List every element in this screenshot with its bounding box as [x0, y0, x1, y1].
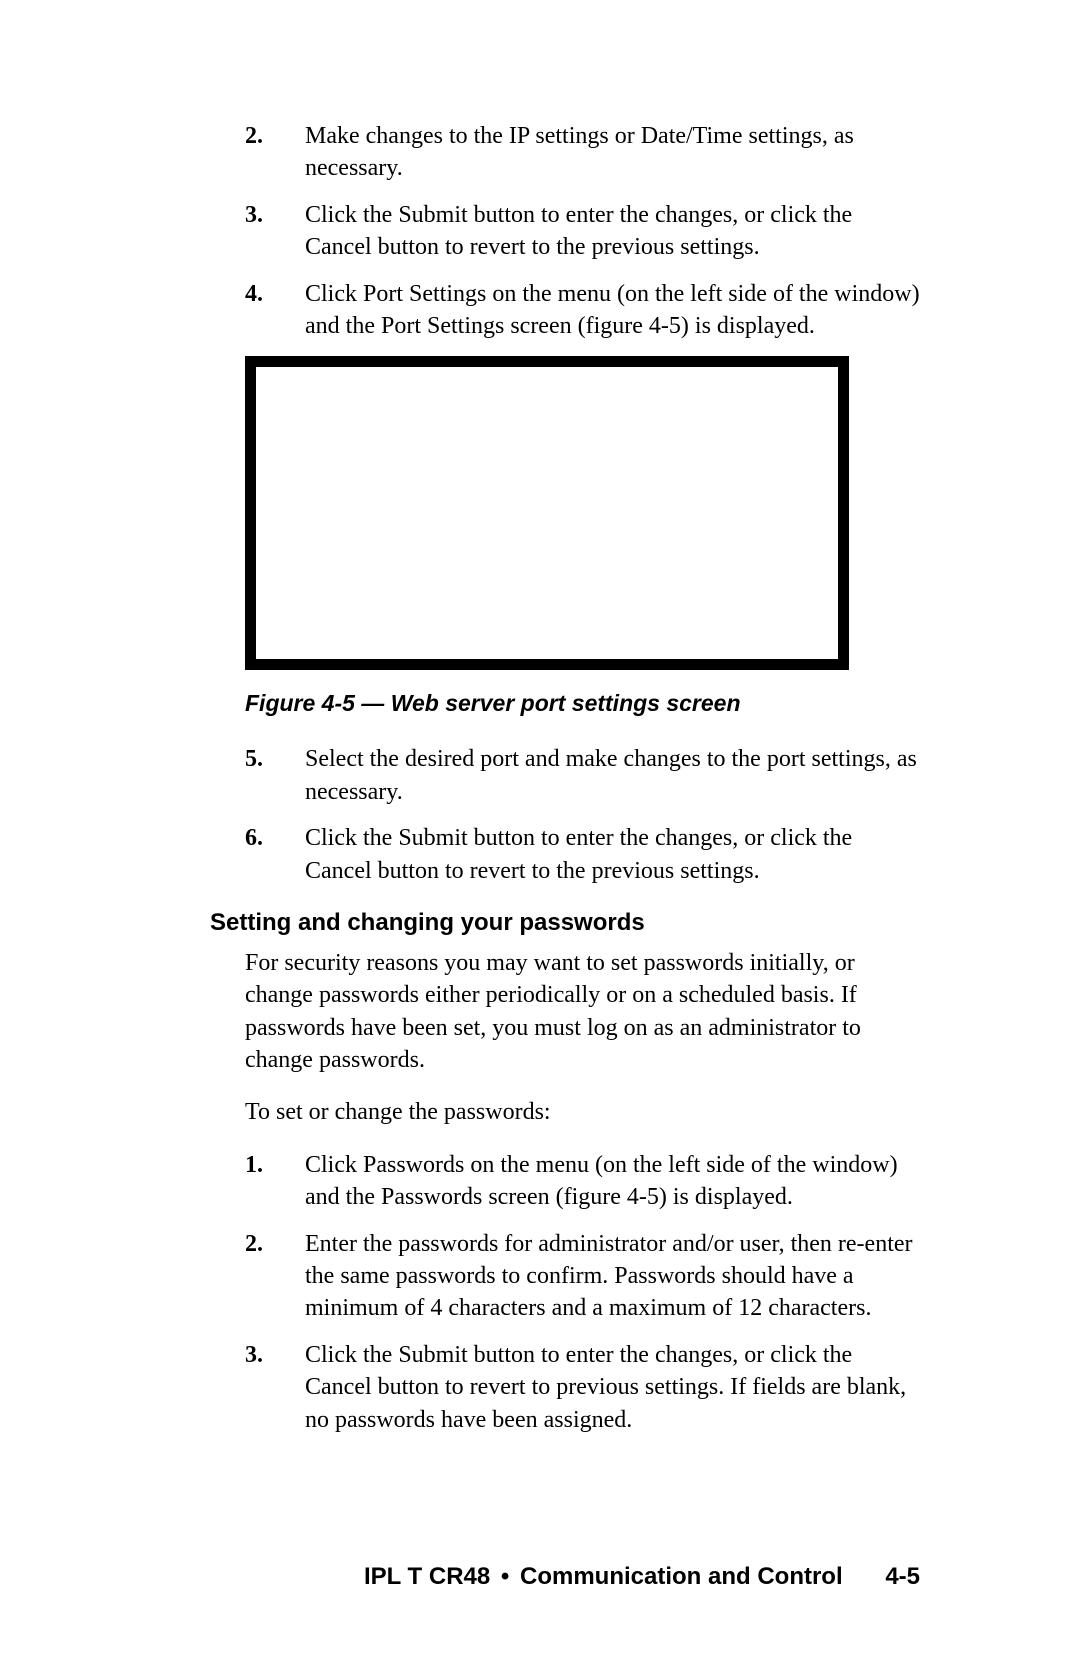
step-number: 3. — [245, 1339, 305, 1436]
step-text: Click Passwords on the menu (on the left… — [305, 1149, 920, 1214]
step-text: Click the Submit button to enter the cha… — [305, 199, 920, 264]
step-text: Make changes to the IP settings or Date/… — [305, 120, 920, 185]
list-item: 2. Make changes to the IP settings or Da… — [245, 120, 920, 185]
list-item: 4. Click Port Settings on the menu (on t… — [245, 278, 920, 343]
footer-page-number: 4-5 — [885, 1563, 920, 1590]
list-item: 2. Enter the passwords for administrator… — [245, 1228, 920, 1325]
step-list-top: 2. Make changes to the IP settings or Da… — [245, 120, 920, 342]
step-list-mid: 5. Select the desired port and make chan… — [245, 743, 920, 887]
step-number: 2. — [245, 120, 305, 185]
step-number: 4. — [245, 278, 305, 343]
step-text: Select the desired port and make changes… — [305, 743, 920, 808]
step-text: Enter the passwords for administrator an… — [305, 1228, 920, 1325]
step-text: Click the Submit button to enter the cha… — [305, 822, 920, 887]
step-number: 5. — [245, 743, 305, 808]
document-page: 2. Make changes to the IP settings or Da… — [0, 0, 1080, 1669]
list-item: 5. Select the desired port and make chan… — [245, 743, 920, 808]
step-number: 2. — [245, 1228, 305, 1325]
step-number: 1. — [245, 1149, 305, 1214]
list-item: 3. Click the Submit button to enter the … — [245, 1339, 920, 1436]
step-text: Click the Submit button to enter the cha… — [305, 1339, 920, 1436]
figure-placeholder — [245, 356, 849, 670]
footer-separator: • — [501, 1563, 509, 1590]
footer-product: IPL T CR48 — [364, 1563, 490, 1590]
figure-caption: Figure 4-5 — Web server port settings sc… — [245, 690, 920, 717]
section-lead: To set or change the passwords: — [245, 1096, 920, 1128]
page-footer: IPL T CR48 • Communication and Control 4… — [364, 1563, 920, 1591]
step-number: 6. — [245, 822, 305, 887]
list-item: 3. Click the Submit button to enter the … — [245, 199, 920, 264]
section-heading: Setting and changing your passwords — [210, 909, 920, 937]
list-item: 6. Click the Submit button to enter the … — [245, 822, 920, 887]
step-list-bottom: 1. Click Passwords on the menu (on the l… — [245, 1149, 920, 1436]
list-item: 1. Click Passwords on the menu (on the l… — [245, 1149, 920, 1214]
footer-chapter: Communication and Control — [520, 1563, 843, 1590]
step-number: 3. — [245, 199, 305, 264]
section-intro: For security reasons you may want to set… — [245, 947, 920, 1077]
step-text: Click Port Settings on the menu (on the … — [305, 278, 920, 343]
